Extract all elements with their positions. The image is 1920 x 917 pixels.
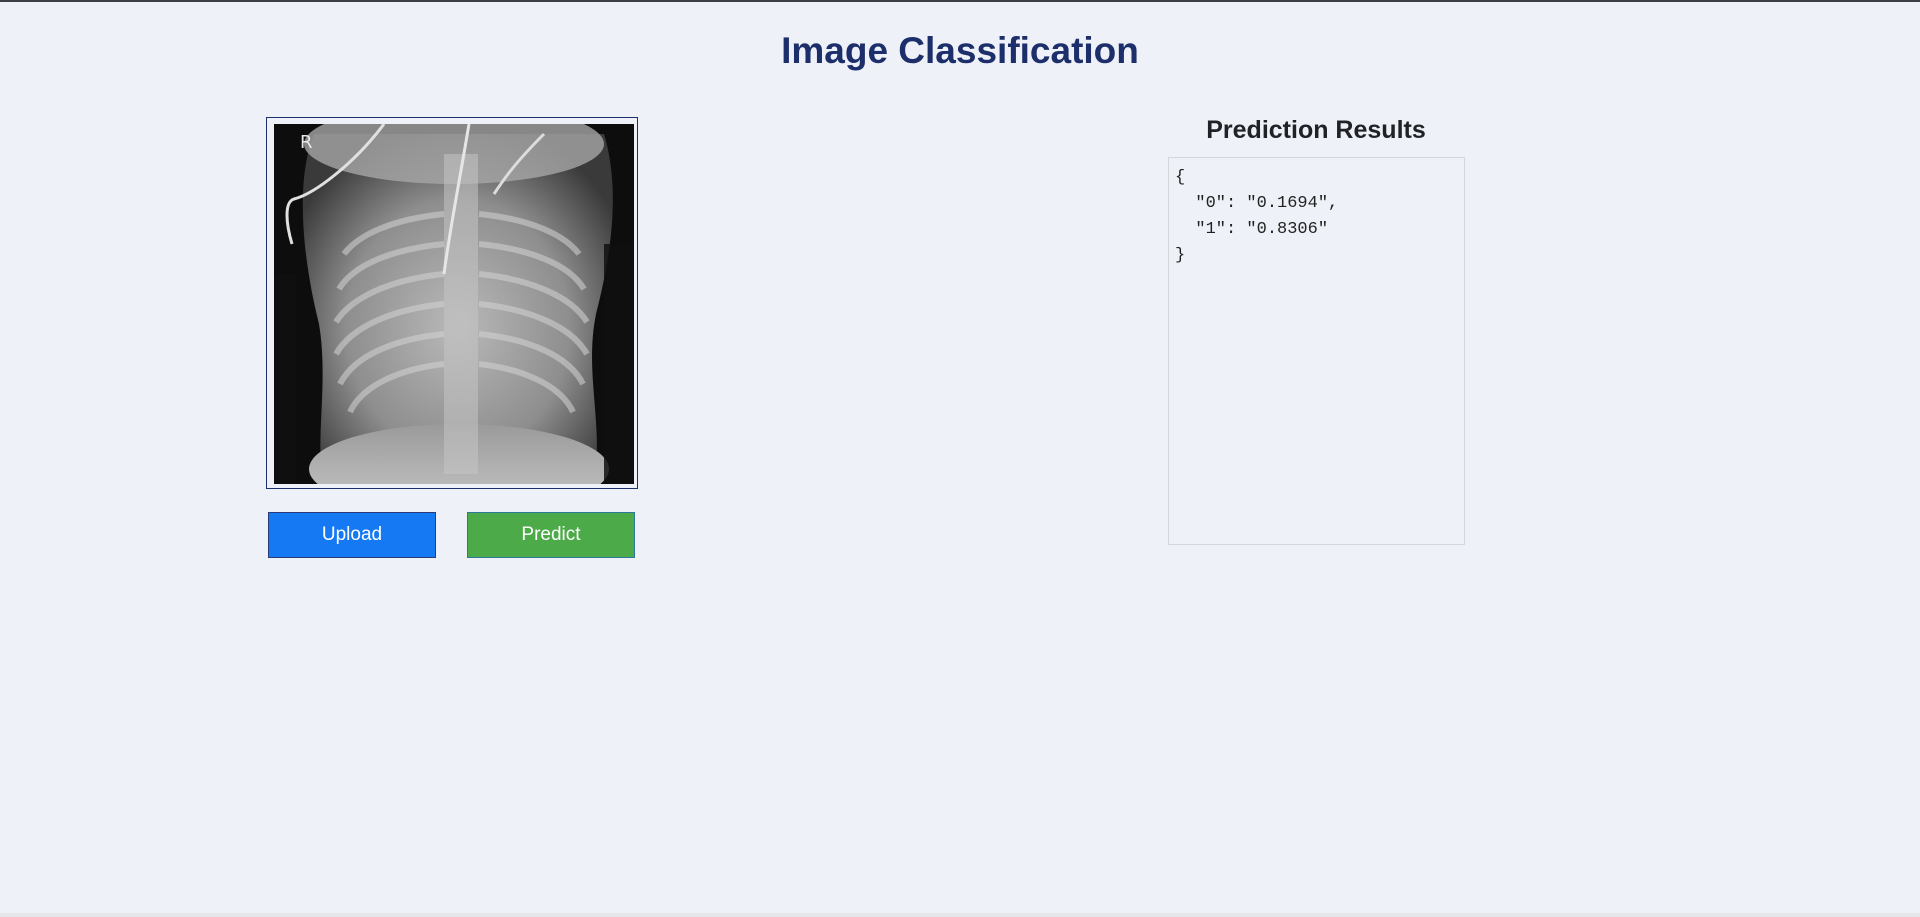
bottom-border: [0, 913, 1920, 917]
results-output: { "0": "0.1694", "1": "0.8306" }: [1168, 157, 1465, 545]
page-title: Image Classification: [781, 30, 1139, 71]
image-marker-label: R: [300, 132, 313, 153]
xray-image: R: [274, 124, 634, 484]
results-heading: Prediction Results: [1206, 116, 1426, 144]
page: Image Classification R Upload Predict Pr…: [0, 0, 1920, 917]
results-json: { "0": "0.1694", "1": "0.8306" }: [1175, 168, 1339, 265]
top-border: [0, 0, 1920, 2]
image-preview: R: [266, 117, 638, 489]
upload-button[interactable]: Upload: [268, 512, 436, 558]
predict-button[interactable]: Predict: [467, 512, 635, 558]
